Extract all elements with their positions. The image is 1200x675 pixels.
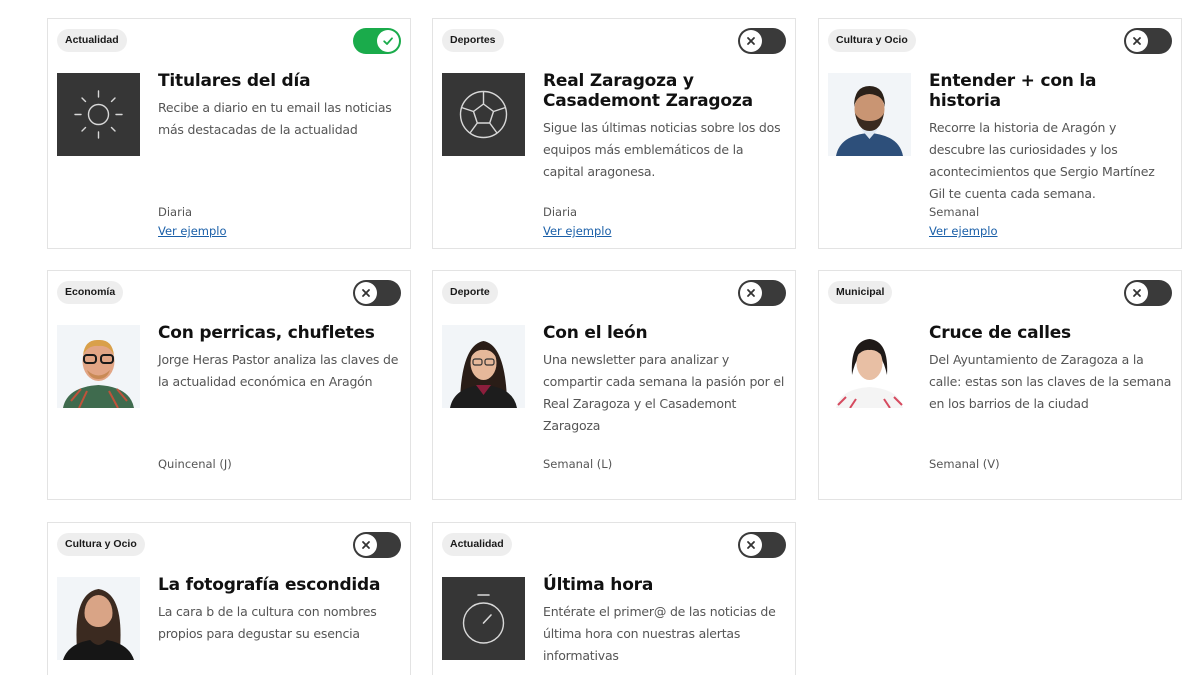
newsletter-card: Deportes Real Zaragoza y Casademont Zara… bbox=[432, 18, 796, 249]
newsletter-card: Cultura y Ocio Entender + con la histori… bbox=[818, 18, 1182, 249]
frequency-label: Semanal (L) bbox=[543, 457, 613, 471]
newsletter-title: Entender + con la historia bbox=[929, 71, 1097, 111]
check-icon bbox=[377, 30, 399, 52]
subscribe-toggle[interactable] bbox=[353, 28, 401, 54]
close-icon bbox=[1126, 282, 1148, 304]
stopwatch-icon bbox=[442, 577, 525, 660]
sun-icon bbox=[57, 73, 140, 156]
card-body: Titulares del día Recibe a diario en tu … bbox=[158, 71, 402, 141]
category-tag: Deportes bbox=[442, 29, 504, 52]
category-tag: Cultura y Ocio bbox=[57, 533, 145, 556]
close-icon bbox=[355, 282, 377, 304]
newsletter-description: Una newsletter para analizar y compartir… bbox=[543, 352, 785, 433]
newsletter-title: Última hora bbox=[543, 575, 654, 595]
newsletter-description: Entérate el primer@ de las noticias de ú… bbox=[543, 604, 776, 663]
subscribe-toggle[interactable] bbox=[738, 28, 786, 54]
newsletter-card: Actualidad Última hora Entérate el prime… bbox=[432, 522, 796, 675]
subscribe-toggle[interactable] bbox=[1124, 280, 1172, 306]
frequency-label: Semanal (V) bbox=[929, 457, 1000, 471]
subscribe-toggle[interactable] bbox=[738, 280, 786, 306]
category-tag: Municipal bbox=[828, 281, 893, 304]
example-link[interactable]: Ver ejemplo bbox=[543, 224, 612, 238]
card-body: Con perricas, chufletes Jorge Heras Past… bbox=[158, 323, 402, 393]
newsletter-title: Con el león bbox=[543, 323, 648, 343]
author-photo bbox=[828, 73, 911, 156]
card-body: Cruce de calles Del Ayuntamiento de Zara… bbox=[929, 323, 1173, 415]
close-icon bbox=[740, 534, 762, 556]
author-photo bbox=[57, 325, 140, 408]
newsletter-title: Titulares del día bbox=[158, 71, 311, 91]
close-icon bbox=[355, 534, 377, 556]
subscribe-toggle[interactable] bbox=[738, 532, 786, 558]
author-photo bbox=[57, 577, 140, 660]
category-tag: Actualidad bbox=[442, 533, 512, 556]
close-icon bbox=[740, 282, 762, 304]
category-tag: Deporte bbox=[442, 281, 498, 304]
newsletter-card: Deporte Con el león Una newsletter para … bbox=[432, 270, 796, 500]
frequency-label: Quincenal (J) bbox=[158, 457, 232, 471]
card-body: Real Zaragoza y Casademont Zaragoza Sigu… bbox=[543, 71, 787, 183]
close-icon bbox=[1126, 30, 1148, 52]
newsletter-description: Recibe a diario en tu email las noticias… bbox=[158, 100, 392, 137]
card-body: Entender + con la historia Recorre la hi… bbox=[929, 71, 1173, 205]
subscribe-toggle[interactable] bbox=[1124, 28, 1172, 54]
example-link[interactable]: Ver ejemplo bbox=[929, 224, 998, 238]
card-body: La fotografía escondida La cara b de la … bbox=[158, 575, 402, 645]
newsletter-description: Del Ayuntamiento de Zaragoza a la calle:… bbox=[929, 352, 1172, 411]
newsletter-card: Actualidad Titulares del día Recibe a di… bbox=[47, 18, 411, 249]
newsletter-description: Jorge Heras Pastor analiza las claves de… bbox=[158, 352, 399, 389]
newsletter-description: La cara b de la cultura con nombres prop… bbox=[158, 604, 377, 641]
newsletter-title: Cruce de calles bbox=[929, 323, 1071, 343]
newsletter-title: La fotografía escondida bbox=[158, 575, 381, 595]
newsletter-card: Economía Con perricas, chufletes Jorge H… bbox=[47, 270, 411, 500]
frequency-label: Diaria bbox=[158, 205, 193, 219]
newsletter-card: Municipal Cruce de calles Del Ayuntamien… bbox=[818, 270, 1182, 500]
example-link[interactable]: Ver ejemplo bbox=[158, 224, 227, 238]
frequency-label: Semanal bbox=[929, 205, 980, 219]
soccer-ball-icon bbox=[442, 73, 525, 156]
category-tag: Actualidad bbox=[57, 29, 127, 52]
category-tag: Cultura y Ocio bbox=[828, 29, 916, 52]
author-photo bbox=[442, 325, 525, 408]
author-photo bbox=[828, 325, 911, 408]
newsletter-description: Sigue las últimas noticias sobre los dos… bbox=[543, 120, 781, 179]
newsletter-title: Con perricas, chufletes bbox=[158, 323, 375, 343]
frequency-label: Diaria bbox=[543, 205, 578, 219]
category-tag: Economía bbox=[57, 281, 124, 304]
newsletter-card: Cultura y Ocio La fotografía escondida L… bbox=[47, 522, 411, 675]
close-icon bbox=[740, 30, 762, 52]
subscribe-toggle[interactable] bbox=[353, 532, 401, 558]
newsletter-title: Real Zaragoza y Casademont Zaragoza bbox=[543, 71, 753, 111]
newsletter-description: Recorre la historia de Aragón y descubre… bbox=[929, 120, 1155, 201]
subscribe-toggle[interactable] bbox=[353, 280, 401, 306]
card-body: Última hora Entérate el primer@ de las n… bbox=[543, 575, 787, 667]
card-body: Con el león Una newsletter para analizar… bbox=[543, 323, 787, 437]
